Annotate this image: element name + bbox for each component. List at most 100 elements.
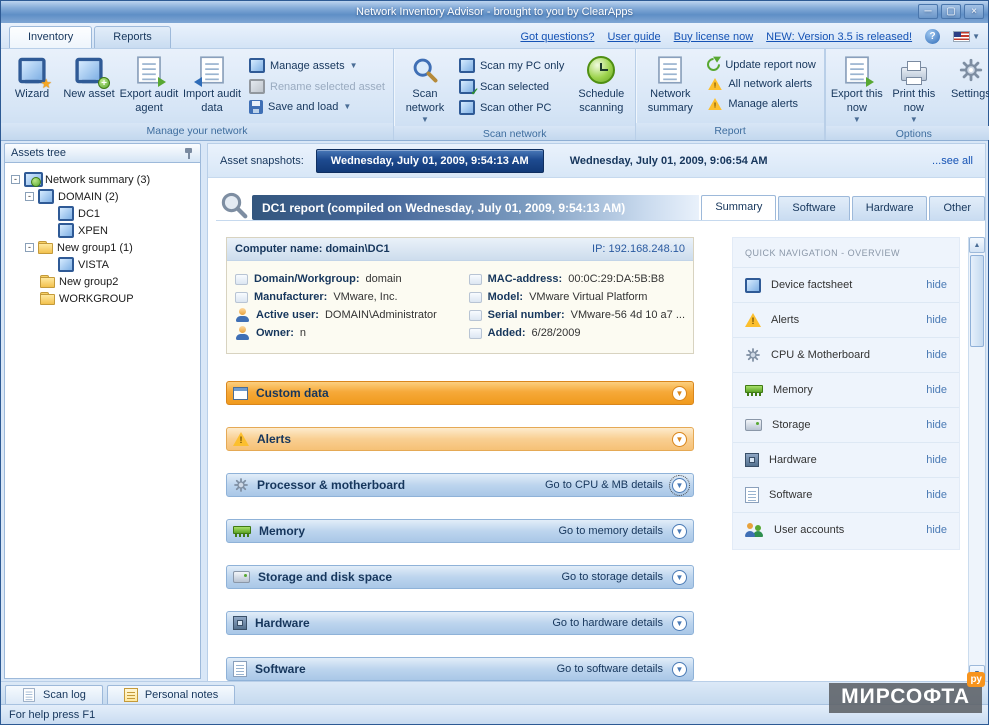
scan-other-pc-button[interactable]: Scan other PC bbox=[459, 100, 564, 115]
hide-link[interactable]: hide bbox=[926, 349, 947, 361]
pin-icon[interactable] bbox=[184, 147, 194, 160]
user-guide-link[interactable]: User guide bbox=[607, 31, 660, 43]
print-this-now-label: Print this now bbox=[887, 88, 941, 116]
buy-license-link[interactable]: Buy license now bbox=[674, 31, 754, 43]
settings-button[interactable]: Settings bbox=[943, 52, 989, 104]
tree-item-xpen[interactable]: XPEN bbox=[7, 222, 198, 239]
close-icon[interactable]: × bbox=[964, 4, 984, 19]
collapse-chevron-icon[interactable]: ▼ bbox=[672, 662, 687, 677]
print-this-now-button[interactable]: Print this now ▼ bbox=[886, 52, 942, 126]
window-controls: ─ ▢ × bbox=[918, 4, 984, 19]
scan-network-button[interactable]: Scan network ▼ bbox=[397, 52, 453, 126]
language-selector[interactable]: ▼ bbox=[953, 31, 980, 42]
snapshot-button-latest[interactable]: Wednesday, July 01, 2009, 9:54:13 AM bbox=[316, 149, 544, 173]
tree-item-vista[interactable]: VISTA bbox=[7, 256, 198, 273]
hide-link[interactable]: hide bbox=[926, 454, 947, 466]
hide-link[interactable]: hide bbox=[926, 524, 947, 536]
manage-assets-button[interactable]: Manage assets ▼ bbox=[249, 58, 385, 73]
tab-inventory[interactable]: Inventory bbox=[9, 26, 92, 48]
tree-item-dc1[interactable]: DC1 bbox=[7, 205, 198, 222]
tree-item-domain[interactable]: - DOMAIN (2) bbox=[7, 188, 198, 205]
tab-other[interactable]: Other bbox=[929, 196, 985, 220]
help-icon[interactable]: ? bbox=[925, 29, 940, 44]
collapse-toggle-icon[interactable]: - bbox=[25, 243, 34, 252]
quicknav-user-accounts[interactable]: User accounts hide bbox=[733, 512, 959, 547]
field-label: Manufacturer: bbox=[254, 291, 327, 303]
collapse-chevron-icon[interactable]: ▼ bbox=[672, 432, 687, 447]
tree-item-new-group1[interactable]: - New group1 (1) bbox=[7, 239, 198, 256]
wizard-button[interactable]: ★ Wizard bbox=[4, 52, 60, 104]
section-processor-motherboard[interactable]: Processor & motherboard Go to CPU & MB d… bbox=[226, 473, 694, 497]
go-to-cpu-details-link[interactable]: Go to CPU & MB details bbox=[545, 479, 663, 491]
tree-item-workgroup[interactable]: WORKGROUP bbox=[7, 290, 198, 307]
scan-log-tab[interactable]: Scan log bbox=[5, 685, 103, 704]
tree-item-new-group2[interactable]: New group2 bbox=[7, 273, 198, 290]
collapse-chevron-icon[interactable]: ▼ bbox=[672, 524, 687, 539]
hide-link[interactable]: hide bbox=[926, 419, 947, 431]
network-summary-button[interactable]: Network summary bbox=[639, 52, 701, 118]
new-version-link[interactable]: NEW: Version 3.5 is released! bbox=[766, 31, 912, 43]
scroll-up-icon[interactable]: ▲ bbox=[969, 237, 985, 253]
scan-my-pc-button[interactable]: Scan my PC only bbox=[459, 58, 564, 73]
collapse-chevron-icon[interactable]: ▼ bbox=[672, 386, 687, 401]
snapshot-button-previous[interactable]: Wednesday, July 01, 2009, 9:06:54 AM bbox=[556, 150, 782, 172]
section-memory[interactable]: Memory Go to memory details ▼ bbox=[226, 519, 694, 543]
collapse-chevron-icon[interactable]: ▼ bbox=[672, 570, 687, 585]
personal-notes-tab[interactable]: Personal notes bbox=[107, 685, 235, 704]
see-all-link[interactable]: ...see all bbox=[932, 155, 973, 167]
collapse-chevron-icon[interactable]: ▼ bbox=[672, 478, 687, 493]
quicknav-alerts[interactable]: Alerts hide bbox=[733, 302, 959, 337]
schedule-scanning-button[interactable]: Schedule scanning bbox=[570, 52, 632, 118]
us-flag-icon bbox=[953, 31, 970, 42]
maximize-icon[interactable]: ▢ bbox=[941, 4, 961, 19]
import-audit-data-button[interactable]: Import audit data bbox=[181, 52, 243, 118]
tree-item-label: WORKGROUP bbox=[59, 293, 134, 305]
hide-link[interactable]: hide bbox=[926, 489, 947, 501]
manage-alerts-button[interactable]: Manage alerts bbox=[707, 97, 816, 111]
quicknav-device-factsheet[interactable]: Device factsheet hide bbox=[733, 267, 959, 302]
all-network-alerts-button[interactable]: All network alerts bbox=[707, 77, 816, 91]
export-audit-agent-button[interactable]: Export audit agent bbox=[118, 52, 180, 118]
go-to-memory-details-link[interactable]: Go to memory details bbox=[558, 525, 663, 537]
hide-link[interactable]: hide bbox=[926, 384, 947, 396]
section-hardware[interactable]: Hardware Go to hardware details ▼ bbox=[226, 611, 694, 635]
scrollbar-thumb[interactable] bbox=[970, 255, 984, 347]
quicknav-memory[interactable]: Memory hide bbox=[733, 372, 959, 407]
export-this-now-button[interactable]: Export this now ▼ bbox=[829, 52, 885, 126]
tree-item-network-summary[interactable]: - Network summary (3) bbox=[7, 171, 198, 188]
tab-reports[interactable]: Reports bbox=[94, 26, 171, 48]
quicknav-cpu-motherboard[interactable]: CPU & Motherboard hide bbox=[733, 337, 959, 372]
tree-item-label: VISTA bbox=[78, 259, 109, 271]
group-label-manage-network: Manage your network bbox=[1, 123, 393, 140]
tab-summary[interactable]: Summary bbox=[701, 195, 776, 220]
quicknav-software[interactable]: Software hide bbox=[733, 477, 959, 512]
update-report-button[interactable]: Update report now bbox=[707, 58, 816, 71]
collapse-chevron-icon[interactable]: ▼ bbox=[672, 616, 687, 631]
gear-icon bbox=[745, 347, 761, 363]
go-to-software-details-link[interactable]: Go to software details bbox=[557, 663, 663, 675]
go-to-storage-details-link[interactable]: Go to storage details bbox=[561, 571, 663, 583]
go-to-hardware-details-link[interactable]: Go to hardware details bbox=[552, 617, 663, 629]
quicknav-storage[interactable]: Storage hide bbox=[733, 407, 959, 442]
hide-link[interactable]: hide bbox=[926, 314, 947, 326]
section-storage[interactable]: Storage and disk space Go to storage det… bbox=[226, 565, 694, 589]
new-asset-button[interactable]: + New asset bbox=[61, 52, 117, 104]
collapse-toggle-icon[interactable]: - bbox=[25, 192, 34, 201]
section-alerts[interactable]: Alerts ▼ bbox=[226, 427, 694, 451]
tab-hardware[interactable]: Hardware bbox=[852, 196, 928, 220]
collapse-toggle-icon[interactable]: - bbox=[11, 175, 20, 184]
scan-selected-button[interactable]: ✓ Scan selected bbox=[459, 79, 564, 94]
section-custom-data[interactable]: Custom data ▼ bbox=[226, 381, 694, 405]
section-software[interactable]: Software Go to software details ▼ bbox=[226, 657, 694, 681]
got-questions-link[interactable]: Got questions? bbox=[520, 31, 594, 43]
save-and-load-button[interactable]: Save and load ▼ bbox=[249, 100, 385, 114]
hardware-icon bbox=[745, 453, 759, 467]
hide-link[interactable]: hide bbox=[926, 279, 947, 291]
scan-network-icon bbox=[407, 54, 443, 86]
tab-software[interactable]: Software bbox=[778, 196, 849, 220]
domain-field-icon bbox=[235, 274, 248, 285]
minimize-icon[interactable]: ─ bbox=[918, 4, 938, 19]
quicknav-hardware[interactable]: Hardware hide bbox=[733, 442, 959, 477]
rename-selected-asset-button[interactable]: Rename selected asset bbox=[249, 79, 385, 94]
vertical-scrollbar[interactable]: ▲ ▼ bbox=[968, 237, 985, 681]
